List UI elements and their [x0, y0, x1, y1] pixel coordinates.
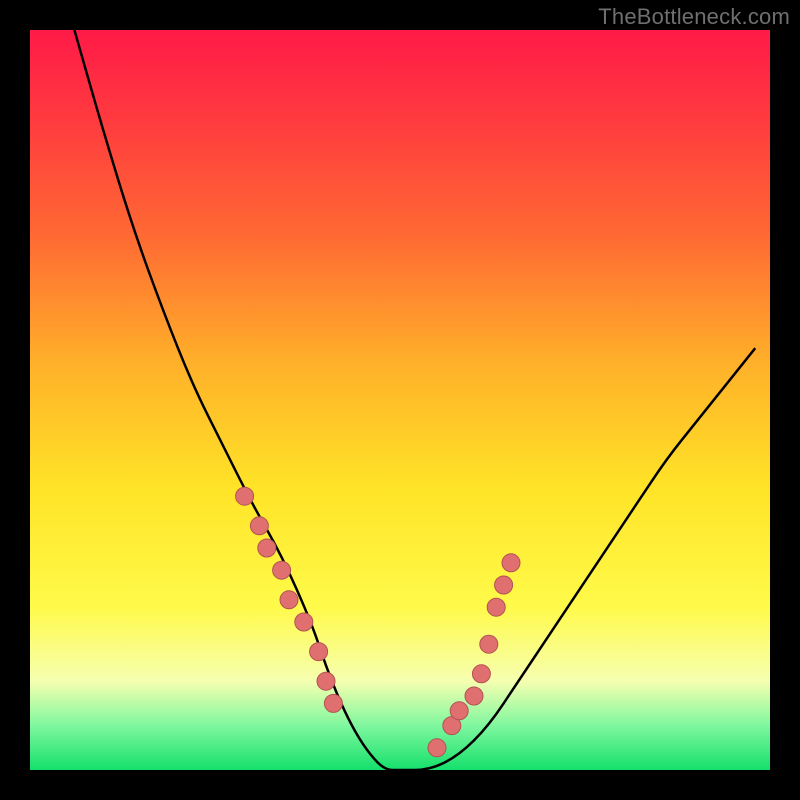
marker-layer: [236, 487, 520, 757]
marker-dot: [450, 702, 468, 720]
marker-dot: [317, 672, 335, 690]
marker-dot: [502, 554, 520, 572]
marker-dot: [295, 613, 313, 631]
v-curve: [74, 30, 755, 770]
marker-dot: [324, 694, 342, 712]
chart-stage: TheBottleneck.com: [0, 0, 800, 800]
marker-dot: [495, 576, 513, 594]
marker-dot: [487, 598, 505, 616]
plot-area: [30, 30, 770, 770]
marker-dot: [472, 665, 490, 683]
marker-dot: [465, 687, 483, 705]
marker-dot: [250, 517, 268, 535]
watermark-text: TheBottleneck.com: [598, 4, 790, 30]
marker-dot: [310, 643, 328, 661]
curve-layer: [30, 30, 770, 770]
marker-dot: [428, 739, 446, 757]
marker-dot: [258, 539, 276, 557]
marker-dot: [443, 717, 461, 735]
marker-dot: [280, 591, 298, 609]
marker-dot: [236, 487, 254, 505]
marker-dot: [273, 561, 291, 579]
marker-dot: [480, 635, 498, 653]
